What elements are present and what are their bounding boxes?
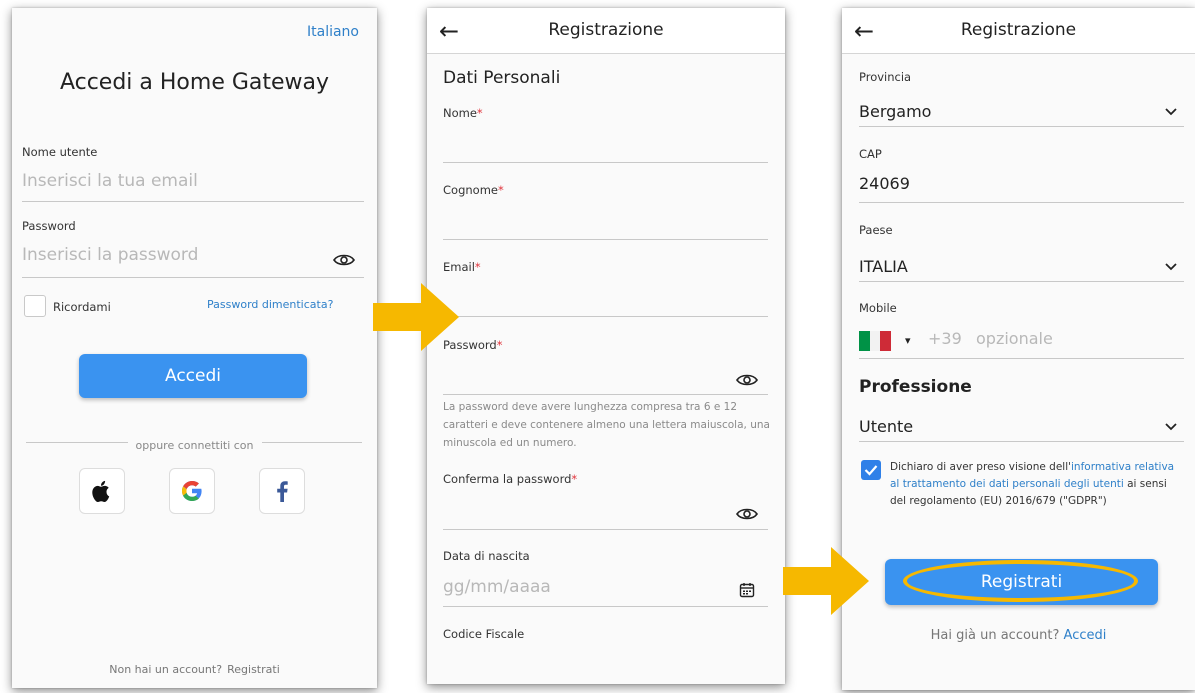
password-underline — [443, 394, 768, 395]
login-screen: Italiano Accedi a Home Gateway Nome uten… — [12, 8, 377, 688]
password-underline — [22, 277, 364, 278]
no-account-text: Non hai un account? — [109, 663, 223, 676]
email-label: Email* — [443, 260, 481, 274]
username-label: Nome utente — [22, 145, 98, 159]
or-connect-label: oppure connettiti con — [127, 439, 262, 452]
chevron-down-icon[interactable] — [1165, 108, 1177, 116]
confirm-password-underline — [443, 529, 768, 530]
password-label: Password — [22, 219, 76, 233]
birth-date-label: Data di nascita — [443, 549, 530, 563]
google-login-button[interactable] — [169, 468, 215, 514]
username-input[interactable]: Inserisci la tua email — [22, 171, 198, 191]
apple-icon — [92, 480, 110, 503]
birth-date-input[interactable]: gg/mm/aaaa — [443, 577, 551, 597]
cap-label: CAP — [859, 147, 882, 161]
cap-input[interactable]: 24069 — [859, 174, 910, 193]
register-prompt: Non hai un account? Registrati — [12, 658, 377, 677]
eye-icon[interactable] — [736, 507, 758, 521]
login-button[interactable]: Accedi — [79, 354, 307, 398]
confirm-password-input[interactable] — [443, 492, 733, 526]
remember-label: Ricordami — [53, 300, 111, 314]
phone-prefix: +39 — [928, 329, 962, 348]
checkmark-icon — [864, 465, 878, 476]
registration-screen-personal: ← Registrazione Dati Personali Nome* Cog… — [427, 8, 785, 684]
section-title: Dati Personali — [443, 68, 561, 88]
birth-date-underline — [443, 606, 768, 607]
highlight-ellipse — [903, 560, 1138, 602]
surname-label: Cognome* — [443, 183, 504, 197]
fiscal-code-label: Codice Fiscale — [443, 627, 525, 641]
password-input[interactable]: Inserisci la password — [22, 245, 198, 265]
login-prompt: Hai già un account? Accedi — [842, 628, 1195, 643]
caret-down-icon[interactable]: ▾ — [905, 334, 911, 347]
google-icon — [182, 481, 202, 501]
register-link[interactable]: Registrati — [227, 663, 280, 676]
email-underline — [443, 316, 768, 317]
country-select[interactable]: ITALIA — [859, 257, 908, 276]
name-label: Nome* — [443, 106, 483, 120]
top-bar: ← Registrazione — [427, 8, 785, 54]
eye-icon[interactable] — [333, 253, 355, 267]
province-underline — [859, 126, 1184, 127]
surname-underline — [443, 239, 768, 240]
email-input[interactable] — [443, 280, 768, 314]
forgot-password-link[interactable]: Password dimenticata? — [207, 298, 333, 311]
confirm-password-label: Conferma la password* — [443, 472, 578, 486]
flow-arrow-icon — [783, 547, 869, 615]
mobile-label: Mobile — [859, 301, 897, 315]
surname-input[interactable] — [443, 203, 768, 237]
have-account-text: Hai già un account? — [930, 628, 1060, 643]
login-link[interactable]: Accedi — [1064, 628, 1107, 643]
name-underline — [443, 162, 768, 163]
country-label: Paese — [859, 223, 893, 237]
mobile-input[interactable]: opzionale — [976, 329, 1053, 348]
remember-checkbox[interactable] — [24, 295, 46, 317]
cap-underline — [859, 202, 1184, 203]
province-label: Provincia — [859, 70, 912, 84]
apple-login-button[interactable] — [79, 468, 125, 514]
chevron-down-icon[interactable] — [1165, 423, 1177, 431]
page-title: Accedi a Home Gateway — [59, 70, 330, 95]
top-bar: ← Registrazione — [842, 8, 1195, 54]
italy-flag-icon[interactable] — [859, 331, 892, 351]
profession-select[interactable]: Utente — [859, 417, 913, 436]
profession-title: Professione — [859, 377, 972, 397]
province-select[interactable]: Bergamo — [859, 102, 931, 121]
eye-icon[interactable] — [736, 373, 758, 387]
facebook-login-button[interactable] — [259, 468, 305, 514]
language-selector[interactable]: Italiano — [307, 24, 359, 40]
gdpr-checkbox[interactable] — [861, 460, 881, 480]
chevron-down-icon[interactable] — [1165, 263, 1177, 271]
mobile-underline — [859, 358, 1184, 359]
password-hint: La password deve avere lunghezza compres… — [443, 401, 770, 449]
calendar-icon[interactable] — [739, 582, 755, 598]
page-title: Registrazione — [960, 20, 1077, 40]
flow-arrow-icon — [373, 283, 459, 351]
gdpr-consent-text: Dichiaro di aver preso visione dell'info… — [890, 461, 1175, 507]
country-underline — [859, 281, 1184, 282]
name-input[interactable] — [443, 126, 768, 160]
facebook-icon — [277, 481, 288, 502]
page-title: Registrazione — [548, 20, 664, 40]
registration-screen-address: ← Registrazione Provincia Bergamo CAP 24… — [842, 8, 1195, 690]
profession-underline — [859, 441, 1184, 442]
password-input[interactable] — [443, 358, 733, 392]
username-underline — [22, 201, 364, 202]
